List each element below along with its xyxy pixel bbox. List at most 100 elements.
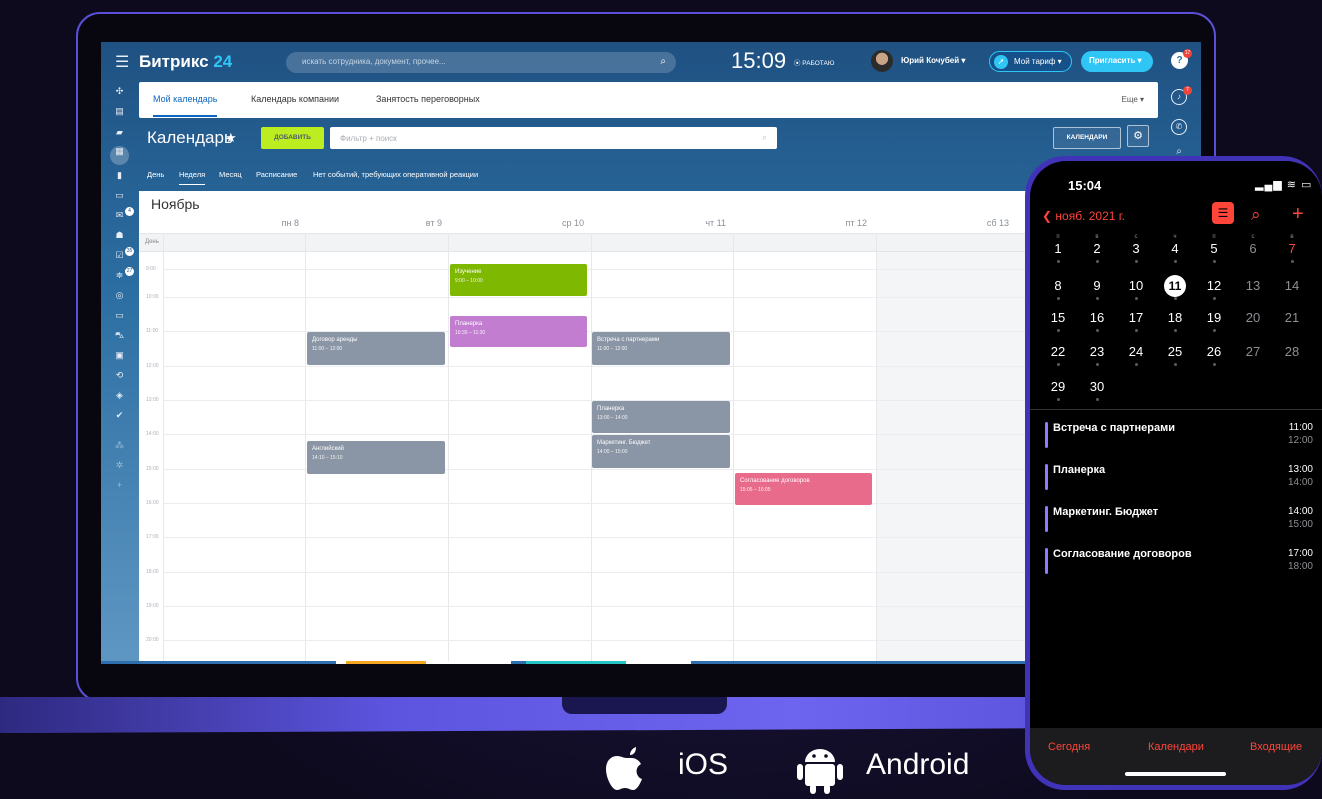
- phone-icon[interactable]: ✆: [1171, 119, 1187, 135]
- gear-icon[interactable]: ⚙: [1127, 125, 1149, 147]
- day-cell[interactable]: 10: [1125, 278, 1147, 293]
- search-icon[interactable]: ⌕: [1251, 205, 1261, 225]
- day-cell[interactable]: 4: [1164, 241, 1186, 256]
- day-cell[interactable]: 20: [1242, 310, 1264, 325]
- work-status[interactable]: ⦿ РАБОТАЮ: [794, 57, 834, 67]
- window-icon[interactable]: ▭: [113, 310, 126, 321]
- day-header[interactable]: пн 8: [239, 218, 299, 228]
- phone-event[interactable]: Встреча с партнерами 11:00 12:00: [1045, 420, 1313, 458]
- user-name[interactable]: Юрий Кочубей ▾: [901, 56, 965, 65]
- day-cell[interactable]: 18: [1164, 310, 1186, 325]
- urgent-events-note[interactable]: Нет событий, требующих оперативной реакц…: [313, 170, 478, 179]
- day-cell[interactable]: 5: [1203, 241, 1225, 256]
- day-header[interactable]: чт 11: [666, 218, 726, 228]
- calendar-event[interactable]: Планерка 10:30 – 11:30: [450, 316, 587, 347]
- day-cell[interactable]: 25: [1164, 344, 1186, 359]
- tab-today[interactable]: Сегодня: [1048, 741, 1090, 753]
- tariff-button[interactable]: ➚ Мой тариф ▾: [989, 51, 1072, 72]
- day-cell[interactable]: 14: [1281, 278, 1303, 293]
- calendar-event[interactable]: Договор аренды 11:00 – 12:00: [307, 332, 445, 365]
- day-header[interactable]: ср 10: [524, 218, 584, 228]
- all-day-row[interactable]: День: [139, 233, 1059, 252]
- back-button[interactable]: ❮ нояб. 2021 г.: [1042, 209, 1125, 223]
- day-cell[interactable]: 30: [1086, 379, 1108, 394]
- tab-meeting-rooms[interactable]: Занятость переговорных: [376, 94, 480, 104]
- chat-icon[interactable]: ▰: [113, 127, 126, 138]
- day-cell[interactable]: 29: [1047, 379, 1069, 394]
- logo[interactable]: Битрикс 24: [139, 52, 232, 72]
- add-button[interactable]: ДОБАВИТЬ: [261, 127, 324, 149]
- sitemap-icon[interactable]: ⁂: [113, 440, 126, 451]
- invite-button[interactable]: Пригласить ▾: [1081, 51, 1153, 72]
- day-cell[interactable]: 28: [1281, 344, 1303, 359]
- plus-icon[interactable]: +: [113, 480, 126, 491]
- view-month[interactable]: Месяц: [219, 170, 242, 179]
- day-header[interactable]: сб 13: [949, 218, 1009, 228]
- contacts-icon[interactable]: ▣: [113, 350, 126, 361]
- day-cell[interactable]: 21: [1281, 310, 1303, 325]
- day-header[interactable]: вт 9: [382, 218, 442, 228]
- calendars-button[interactable]: КАЛЕНДАРИ: [1053, 127, 1121, 149]
- day-cell[interactable]: 24: [1125, 344, 1147, 359]
- calendar-event[interactable]: Английский 14:10 – 15:10: [307, 441, 445, 474]
- day-cell[interactable]: 19: [1203, 310, 1225, 325]
- day-cell[interactable]: 3: [1125, 241, 1147, 256]
- home-indicator[interactable]: [1125, 772, 1226, 776]
- day-cell[interactable]: 7: [1281, 241, 1303, 256]
- search-icon[interactable]: ⌕: [762, 132, 767, 143]
- calendar-event[interactable]: Согласование договоров 15:05 – 16:05: [735, 473, 872, 505]
- view-week[interactable]: Неделя: [179, 170, 206, 185]
- search-icon[interactable]: ⌕: [660, 56, 666, 67]
- phone-event[interactable]: Планерка 13:00 14:00: [1045, 462, 1313, 500]
- menu-icon[interactable]: ☰: [115, 52, 129, 72]
- tasks-icon[interactable]: ▤: [113, 106, 126, 117]
- tab-company-calendar[interactable]: Календарь компании: [251, 94, 339, 104]
- calendar-event[interactable]: Встреча с партнерами 11:00 – 12:00: [592, 332, 730, 365]
- calendar-event[interactable]: Изучение 9:00 – 10:00: [450, 264, 587, 296]
- box-icon[interactable]: ◈: [113, 390, 126, 401]
- calendar-event[interactable]: Маркетинг. Бюджет 14:00 – 15:00: [592, 435, 730, 468]
- target-icon[interactable]: ◎: [113, 290, 126, 301]
- more-menu[interactable]: Еще ▾: [1121, 95, 1144, 104]
- check-icon[interactable]: ✔: [113, 410, 126, 421]
- filter-input[interactable]: Фильтр + поиск ⌕: [330, 127, 777, 149]
- sync-icon[interactable]: ⟲: [113, 370, 126, 381]
- day-cell[interactable]: 23: [1086, 344, 1108, 359]
- calendar-event[interactable]: Планерка 13:00 – 14:00: [592, 401, 730, 433]
- weekday-label: в: [1290, 234, 1294, 240]
- day-cell[interactable]: 27: [1242, 344, 1264, 359]
- list-view-icon[interactable]: ☰: [1212, 202, 1234, 224]
- star-icon[interactable]: ★: [225, 130, 237, 146]
- activity-icon[interactable]: ✣: [113, 86, 126, 97]
- day-cell[interactable]: 8: [1047, 278, 1069, 293]
- phone-event[interactable]: Маркетинг. Бюджет 14:00 15:00: [1045, 504, 1313, 542]
- phone-event[interactable]: Согласование договоров 17:00 18:00: [1045, 546, 1313, 584]
- avatar[interactable]: [871, 50, 893, 72]
- view-schedule[interactable]: Расписание: [256, 170, 297, 179]
- day-cell[interactable]: 12: [1203, 278, 1225, 293]
- day-cell[interactable]: 26: [1203, 344, 1225, 359]
- day-cell[interactable]: 6: [1242, 241, 1264, 256]
- settings-icon[interactable]: ✲: [113, 460, 126, 471]
- day-cell[interactable]: 16: [1086, 310, 1108, 325]
- docs-icon[interactable]: ▮: [113, 170, 126, 181]
- add-icon[interactable]: +: [1292, 203, 1304, 226]
- calendar-icon[interactable]: ▦: [110, 146, 129, 165]
- view-day[interactable]: День: [147, 170, 164, 179]
- cart-icon[interactable]: ⛍: [113, 330, 126, 341]
- search-input[interactable]: искать сотрудника, документ, прочее... ⌕: [286, 52, 676, 73]
- tab-inbox[interactable]: Входящие: [1250, 741, 1302, 753]
- day-cell[interactable]: 2: [1086, 241, 1108, 256]
- groups-icon[interactable]: ☗: [113, 230, 126, 241]
- day-cell[interactable]: 13: [1242, 278, 1264, 293]
- day-header[interactable]: пт 12: [807, 218, 867, 228]
- today-day[interactable]: 11: [1164, 275, 1186, 297]
- tab-calendars[interactable]: Календари: [1148, 741, 1204, 753]
- day-cell[interactable]: 22: [1047, 344, 1069, 359]
- day-cell[interactable]: 9: [1086, 278, 1108, 293]
- tab-my-calendar[interactable]: Мой календарь: [153, 94, 218, 117]
- day-cell[interactable]: 15: [1047, 310, 1069, 325]
- drive-icon[interactable]: ▭: [113, 190, 126, 201]
- day-cell[interactable]: 17: [1125, 310, 1147, 325]
- day-cell[interactable]: 1: [1047, 241, 1069, 256]
